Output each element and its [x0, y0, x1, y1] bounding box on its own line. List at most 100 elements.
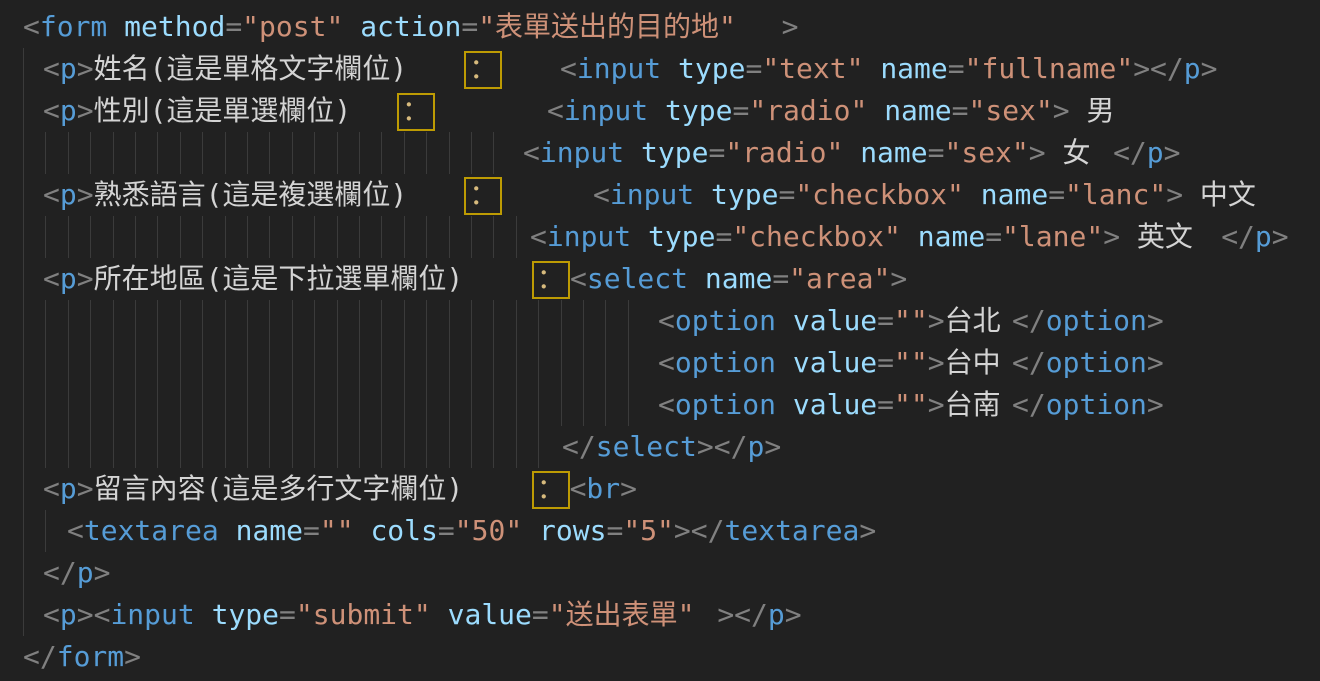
indent-guide-line — [113, 132, 114, 174]
unicode-highlight-box: ： — [397, 93, 435, 131]
code-token: > — [1201, 52, 1218, 85]
indent-guide-line — [113, 216, 114, 258]
code-token: 姓名(這是單格文字欄位) — [94, 48, 465, 90]
code-line: <form method="post" action="表單送出的目的地"> — [0, 6, 1320, 48]
indent-guide-line — [157, 300, 158, 342]
indent-guide-line — [247, 300, 248, 342]
indent-guide-line — [247, 132, 248, 174]
indent-guide-line — [90, 132, 91, 174]
code-line: <option value="">台中</option> — [0, 342, 1320, 384]
code-token: value — [448, 598, 532, 631]
code-token: p — [60, 52, 77, 85]
code-token: > — [1147, 388, 1164, 421]
indent-guide-line — [426, 426, 427, 468]
code-token: option — [675, 304, 776, 337]
indent-guide-line — [314, 300, 315, 342]
code-token: > — [890, 262, 907, 295]
code-token: type — [665, 94, 732, 127]
indent-guide-line — [180, 132, 181, 174]
code-token: 台中 — [945, 342, 1012, 384]
code-token: = — [928, 136, 945, 169]
code-token: name — [884, 94, 951, 127]
code-line: <p>所在地區(這是下拉選單欄位)：<select name="area"> — [0, 258, 1320, 300]
indent-guide-line — [269, 216, 270, 258]
code-token: </ — [1012, 304, 1046, 337]
code-token: = — [778, 178, 795, 211]
indent-guide-line — [225, 300, 226, 342]
code-token: 中文 — [1183, 174, 1267, 216]
code-line: <input type="radio" name="sex"> 女 </p> — [0, 132, 1320, 174]
code-token: < — [570, 472, 587, 505]
code-token: p — [60, 598, 77, 631]
code-token: > — [94, 556, 111, 589]
code-token: = — [985, 220, 1002, 253]
indent-guide-line — [538, 342, 539, 384]
code-token: = — [606, 514, 623, 547]
code-token: = — [772, 262, 789, 295]
indent-guide-line — [23, 342, 24, 384]
code-token: 性別(這是單選欄位) — [94, 90, 397, 132]
indent-guide-line — [404, 384, 405, 426]
code-token: > — [77, 94, 94, 127]
code-token: = — [745, 52, 762, 85]
code-token: = — [303, 514, 320, 547]
indent-guide-line — [381, 426, 382, 468]
code-token — [688, 262, 705, 295]
indent-guide-line — [605, 300, 606, 342]
code-editor[interactable]: <form method="post" action="表單送出的目的地"><p… — [0, 0, 1320, 681]
indent-guide-line — [426, 300, 427, 342]
code-token — [431, 598, 448, 631]
code-token: name — [981, 178, 1048, 211]
code-segment: <input type="radio" name="sex"> 女 </p> — [523, 132, 1181, 174]
code-token: > — [77, 52, 94, 85]
code-token: input — [547, 220, 631, 253]
code-token: < — [23, 10, 40, 43]
code-token — [863, 52, 880, 85]
code-line: <p>性別(這是單選欄位)：<input type="radio" name="… — [0, 90, 1320, 132]
code-segment: <p>姓名(這是單格文字欄位)： — [43, 48, 502, 90]
indent-guide-line — [202, 342, 203, 384]
code-token: p — [60, 178, 77, 211]
indent-guide-line — [561, 384, 562, 426]
indent-guide-line — [157, 384, 158, 426]
code-token: </ — [43, 556, 77, 589]
code-segment: <textarea name="" cols="50" rows="5"></t… — [67, 510, 876, 552]
code-token: name — [860, 136, 927, 169]
indent-guide-line — [225, 342, 226, 384]
indent-guide-line — [247, 216, 248, 258]
indent-guide-line — [68, 426, 69, 468]
code-token — [624, 136, 641, 169]
code-token: "5" — [623, 514, 674, 547]
code-token: > — [1166, 178, 1183, 211]
code-segment: <p>留言內容(這是多行文字欄位)：<br> — [43, 468, 637, 510]
indent-guide-line — [180, 300, 181, 342]
code-token — [776, 346, 793, 379]
code-token — [964, 178, 981, 211]
indent-guide-line — [202, 300, 203, 342]
indent-guide-line — [68, 342, 69, 384]
indent-guide-line — [337, 216, 338, 258]
indent-guide-line — [135, 384, 136, 426]
code-token: < — [43, 52, 60, 85]
indent-guide-line — [247, 426, 248, 468]
indent-guide-line — [493, 384, 494, 426]
code-token: = — [877, 304, 894, 337]
code-token: < — [43, 262, 60, 295]
indent-guide-line — [23, 132, 24, 174]
code-segment: <input type="radio" name="sex"> 男 — [547, 90, 1120, 132]
code-token: ></ — [674, 514, 725, 547]
code-token: > — [1147, 304, 1164, 337]
code-token — [776, 388, 793, 421]
indent-guide-line — [628, 300, 629, 342]
indent-guide-line — [359, 342, 360, 384]
indent-guide-line — [426, 132, 427, 174]
indent-guide-line — [516, 216, 517, 258]
indent-guide-line — [561, 300, 562, 342]
indent-guide-line — [404, 132, 405, 174]
code-token: > — [1029, 136, 1046, 169]
indent-guide-line — [202, 426, 203, 468]
indent-guide-line — [68, 300, 69, 342]
code-token — [343, 10, 360, 43]
indent-guide-line — [23, 594, 24, 636]
indent-guide-line — [538, 300, 539, 342]
